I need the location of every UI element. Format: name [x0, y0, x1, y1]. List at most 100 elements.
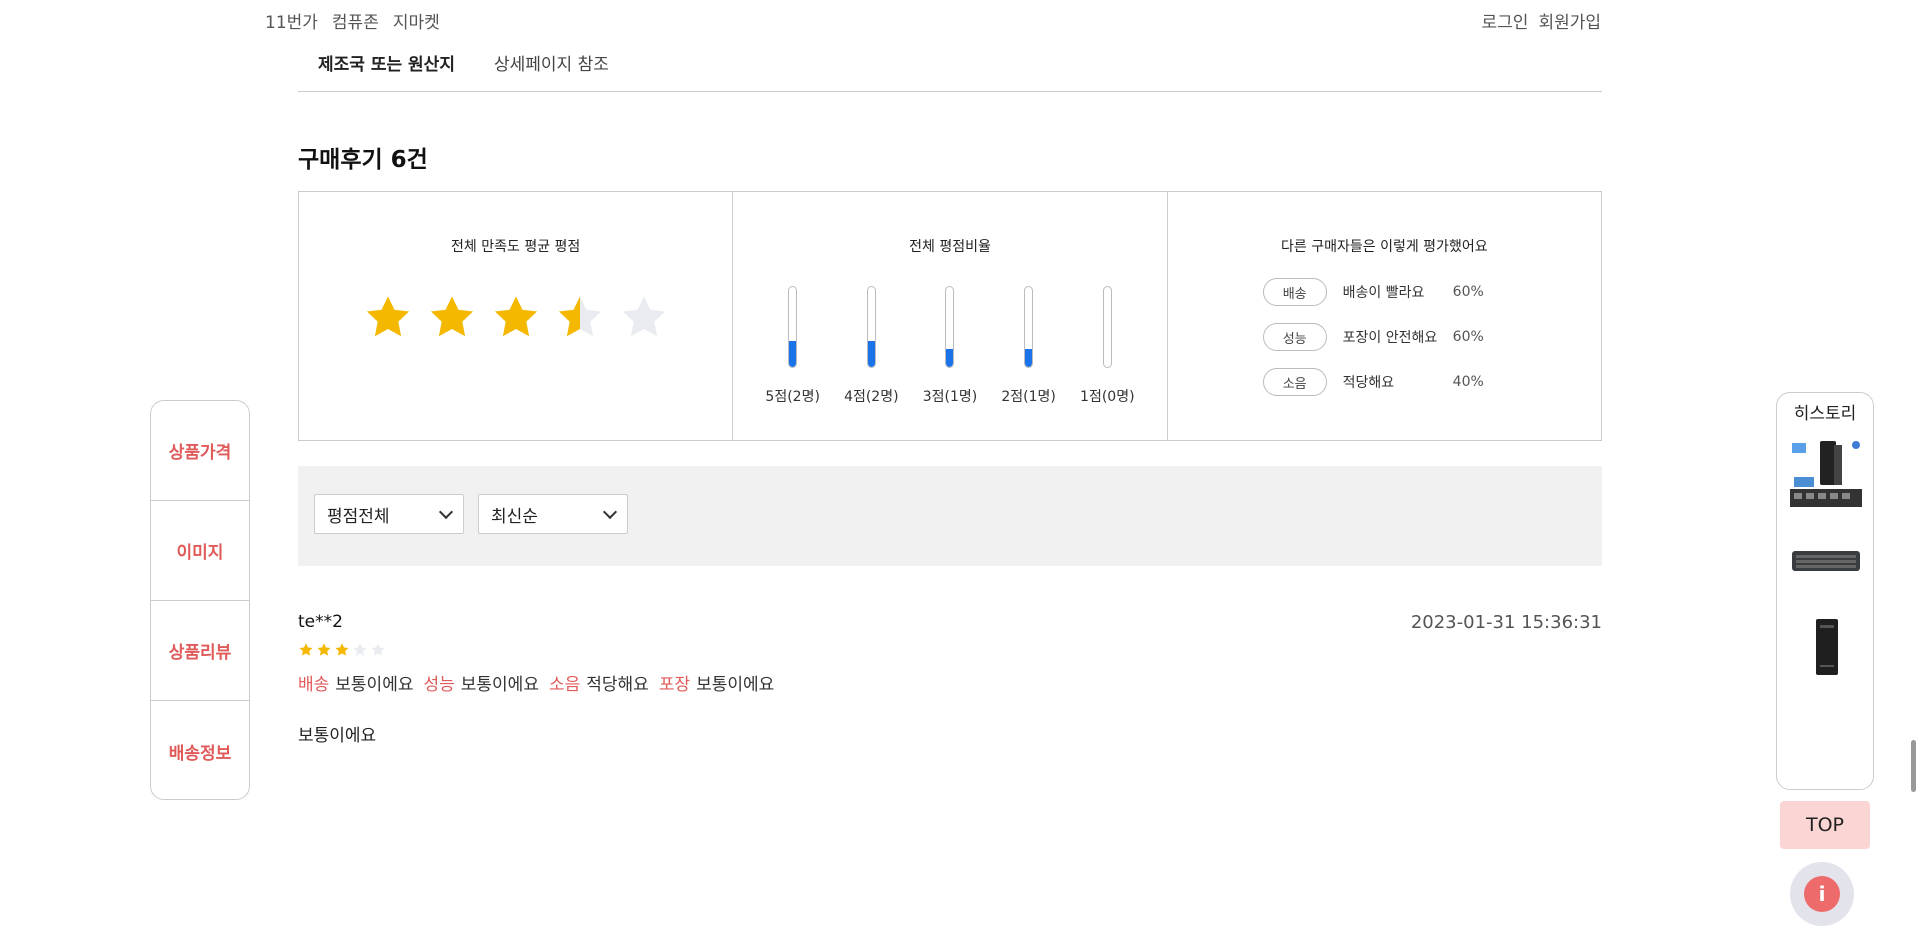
bar-fill — [789, 340, 797, 367]
avg-rating-stars — [299, 292, 732, 344]
rating-filter-select[interactable]: 평점전체 — [314, 494, 464, 534]
scroll-top-button[interactable]: TOP — [1780, 801, 1870, 849]
link-11st[interactable]: 11번가 — [265, 8, 318, 33]
review-count-title: 구매후기 6건 — [298, 147, 428, 173]
rating-bars: 5점(2명) 4점(2명) 3점(1명) 2점(1명) 1점(0명) — [753, 286, 1146, 406]
attr-value: 보통이에요 — [460, 675, 539, 695]
eval-text: 배송이 빨라요 — [1342, 285, 1425, 301]
review-body: 보통이에요 — [298, 726, 377, 746]
avg-rating-panel: 전체 만족도 평균 평점 — [299, 192, 734, 440]
review-attr: 포장 보통이에요 — [659, 670, 774, 695]
eval-row: 소음 적당해요 40% — [1262, 368, 1484, 396]
attr-value: 보통이에요 — [696, 675, 775, 695]
review-date: 2023-01-31 15:36:31 — [1410, 612, 1602, 633]
signup-link[interactable]: 회원가입 — [1538, 8, 1601, 33]
page-scrollbar[interactable] — [1911, 740, 1916, 792]
sort-value: 최신순 — [491, 506, 538, 527]
origin-label: 제조국 또는 원산지 — [318, 55, 455, 75]
bar-label: 1점(0명) — [1080, 389, 1135, 405]
chevron-down-icon — [602, 504, 618, 519]
buyer-eval-title: 다른 구매자들은 이렇게 평가했어요 — [1281, 239, 1488, 255]
review-stars — [298, 642, 1602, 658]
bar-label: 5점(2명) — [765, 389, 820, 405]
review-attr: 배송 보통이에요 — [298, 670, 413, 695]
eval-percent: 60% — [1452, 284, 1484, 300]
star-full-icon — [299, 643, 313, 656]
top-links: 11번가 컴퓨존 지마켓 — [265, 8, 440, 33]
review-user: te**2 — [298, 612, 343, 632]
star-empty-icon — [371, 643, 385, 656]
history-thumb-keyboard[interactable] — [1790, 541, 1862, 581]
history-thumb-desktop-bundle[interactable] — [1790, 437, 1862, 509]
history-title: 히스토리 — [1793, 404, 1857, 424]
login-link[interactable]: 로그인 — [1482, 8, 1529, 33]
bar-track — [1102, 286, 1112, 368]
eval-row: 성능 포장이 안전해요 60% — [1262, 323, 1484, 351]
attr-key: 포장 — [658, 675, 691, 695]
rating-bar-1: 1점(0명) — [1072, 286, 1142, 406]
rating-ratio-title: 전체 평점비율 — [909, 239, 991, 255]
rating-bar-2: 2점(1명) — [994, 286, 1064, 406]
star-empty-icon — [353, 643, 367, 656]
bar-track — [866, 286, 876, 368]
attr-key: 배송 — [298, 675, 330, 695]
review-summary: 전체 만족도 평균 평점 전체 평점비율 5점(2명) 4점(2명) 3점(1명… — [298, 191, 1602, 441]
bar-label: 3점(1명) — [922, 389, 978, 405]
nav-item-images[interactable]: 이미지 — [151, 501, 249, 601]
info-icon: i — [1804, 876, 1840, 912]
link-gmarket[interactable]: 지마켓 — [393, 8, 440, 33]
info-button[interactable]: i — [1790, 862, 1854, 926]
star-half-icon — [558, 296, 601, 337]
rating-bar-3: 3점(1명) — [915, 286, 985, 406]
sort-select[interactable]: 최신순 — [478, 494, 628, 534]
history-panel: 히스토리 — [1776, 392, 1874, 790]
auth-links: 로그인 회원가입 — [1482, 8, 1601, 33]
bar-track — [788, 286, 798, 368]
avg-rating-title: 전체 만족도 평균 평점 — [451, 239, 581, 255]
rating-ratio-panel: 전체 평점비율 5점(2명) 4점(2명) 3점(1명) 2점(1명) 1점(0… — [733, 192, 1168, 440]
review-item: te**2 2023-01-31 15:36:31 배송 보통이에요 성능 보통이에… — [298, 612, 1602, 746]
rating-filter-value: 평점전체 — [327, 506, 390, 527]
eval-tag: 소음 — [1262, 368, 1327, 396]
buyer-eval-panel: 다른 구매자들은 이렇게 평가했어요 배송 배송이 빨라요 60% 성능 포장이… — [1168, 192, 1601, 440]
attr-value: 보통이에요 — [335, 675, 414, 695]
rating-bar-4: 4점(2명) — [836, 286, 906, 406]
star-full-icon — [366, 296, 409, 337]
rating-bar-5: 5점(2명) — [758, 286, 828, 406]
history-thumb-tower-pc[interactable] — [1790, 615, 1862, 679]
star-full-icon — [335, 643, 349, 656]
section-nav: 상품가격 이미지 상품리뷰 배송정보 — [150, 400, 250, 800]
bar-fill — [867, 340, 875, 367]
bar-label: 4점(2명) — [844, 389, 899, 405]
origin-value: 상세페이지 참조 — [494, 55, 609, 75]
eval-tag: 배송 — [1262, 278, 1327, 306]
eval-text: 포장이 안전해요 — [1342, 330, 1438, 346]
attr-key: 소음 — [548, 675, 581, 695]
attr-value: 적당해요 — [586, 675, 649, 695]
bar-track — [1024, 286, 1034, 368]
link-compuzone[interactable]: 컴퓨존 — [332, 8, 379, 33]
nav-item-shipping[interactable]: 배송정보 — [151, 701, 249, 799]
star-full-icon — [494, 296, 537, 337]
eval-percent: 40% — [1452, 374, 1484, 390]
chevron-down-icon — [438, 504, 454, 519]
review-filter-bar: 평점전체 최신순 — [298, 466, 1602, 566]
eval-percent: 60% — [1452, 329, 1484, 345]
bar-fill — [1025, 349, 1033, 367]
eval-text: 적당해요 — [1342, 375, 1395, 391]
review-attributes: 배송 보통이에요 성능 보통이에요 소음 적당해요 포장 보통이에요 — [298, 670, 1602, 695]
star-empty-icon — [622, 296, 665, 337]
bar-track — [945, 286, 955, 368]
nav-item-reviews[interactable]: 상품리뷰 — [151, 601, 249, 701]
star-full-icon — [430, 296, 473, 337]
review-attr: 성능 보통이에요 — [423, 670, 538, 695]
bar-label: 2점(1명) — [1001, 389, 1056, 405]
origin-row: 제조국 또는 원산지 상세페이지 참조 — [298, 50, 1602, 92]
eval-row: 배송 배송이 빨라요 60% — [1262, 278, 1484, 306]
bar-fill — [946, 349, 954, 367]
star-full-icon — [317, 643, 331, 656]
eval-tag: 성능 — [1262, 323, 1327, 351]
review-attr: 소음 적당해요 — [549, 670, 649, 695]
attr-key: 성능 — [423, 675, 455, 695]
nav-item-price[interactable]: 상품가격 — [151, 401, 249, 501]
